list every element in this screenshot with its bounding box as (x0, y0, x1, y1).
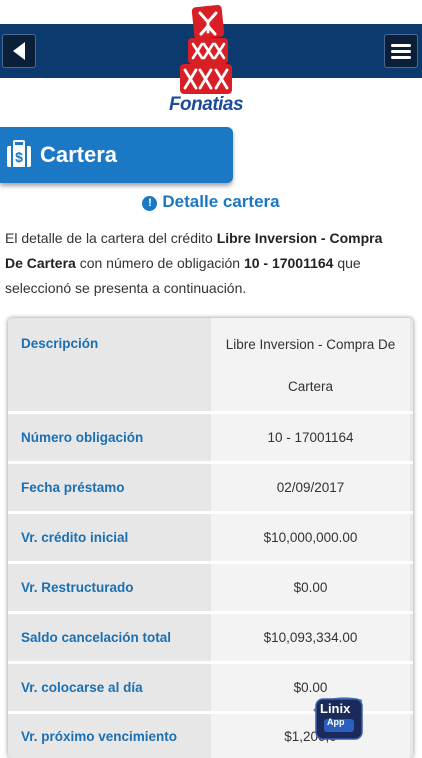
wallet-icon: $ (7, 140, 31, 167)
logo-text: Fonatias (168, 94, 244, 115)
badge-subtitle: App (327, 717, 345, 727)
row-value: $10,000,000.00 (211, 514, 410, 561)
back-arrow-icon (13, 42, 25, 60)
menu-button[interactable] (384, 34, 418, 68)
desc-text-2: con número de obligación (75, 255, 244, 271)
detail-heading-text: Detalle cartera (162, 192, 280, 211)
row-label: Vr. Restructurado (21, 580, 134, 595)
row-label: Descripción (21, 336, 99, 351)
row-value: $10,093,334.00 (211, 614, 410, 661)
desc-text-1: El detalle de la cartera del crédito (5, 230, 217, 246)
logo-mark-icon (180, 4, 232, 94)
row-label: Vr. próximo vencimiento (21, 728, 178, 744)
table-row: Descripción Libre Inversion - Compra De … (8, 318, 413, 411)
row-value: 02/09/2017 (211, 464, 410, 511)
table-row: Vr. Restructurado $0.00 (8, 564, 413, 611)
table-row: Número obligación 10 - 17001164 (8, 414, 413, 461)
row-label: Número obligación (21, 430, 144, 445)
hamburger-icon (391, 41, 411, 62)
desc-obligation: 10 - 17001164 (243, 255, 334, 271)
detail-heading: ! Detalle cartera (0, 192, 422, 212)
app-logo: Fonatias (160, 4, 252, 115)
row-label: Saldo cancelación total (21, 630, 172, 645)
row-value: Libre Inversion - Compra De Cartera (211, 318, 410, 411)
row-value: $0.00 (211, 564, 410, 611)
section-header: $ Cartera (0, 127, 233, 183)
section-title: Cartera (40, 142, 118, 167)
linix-app-badge[interactable]: Linix App (310, 693, 368, 743)
table-row: Saldo cancelación total $10,093,334.00 (8, 614, 413, 661)
detail-description: El detalle de la cartera del crédito Lib… (5, 226, 400, 301)
info-icon: ! (142, 196, 158, 211)
row-label: Vr. crédito inicial (21, 530, 129, 545)
row-value: 10 - 17001164 (211, 414, 410, 461)
back-button[interactable] (2, 34, 36, 68)
table-row: Vr. crédito inicial $10,000,000.00 (8, 514, 413, 561)
badge-title: Linix (320, 701, 351, 716)
detail-table: Descripción Libre Inversion - Compra De … (8, 318, 413, 758)
row-label: Fecha préstamo (21, 480, 125, 495)
row-label: Vr. colocarse al día (21, 680, 143, 695)
svg-text:$: $ (15, 149, 23, 165)
table-row: Fecha préstamo 02/09/2017 (8, 464, 413, 511)
